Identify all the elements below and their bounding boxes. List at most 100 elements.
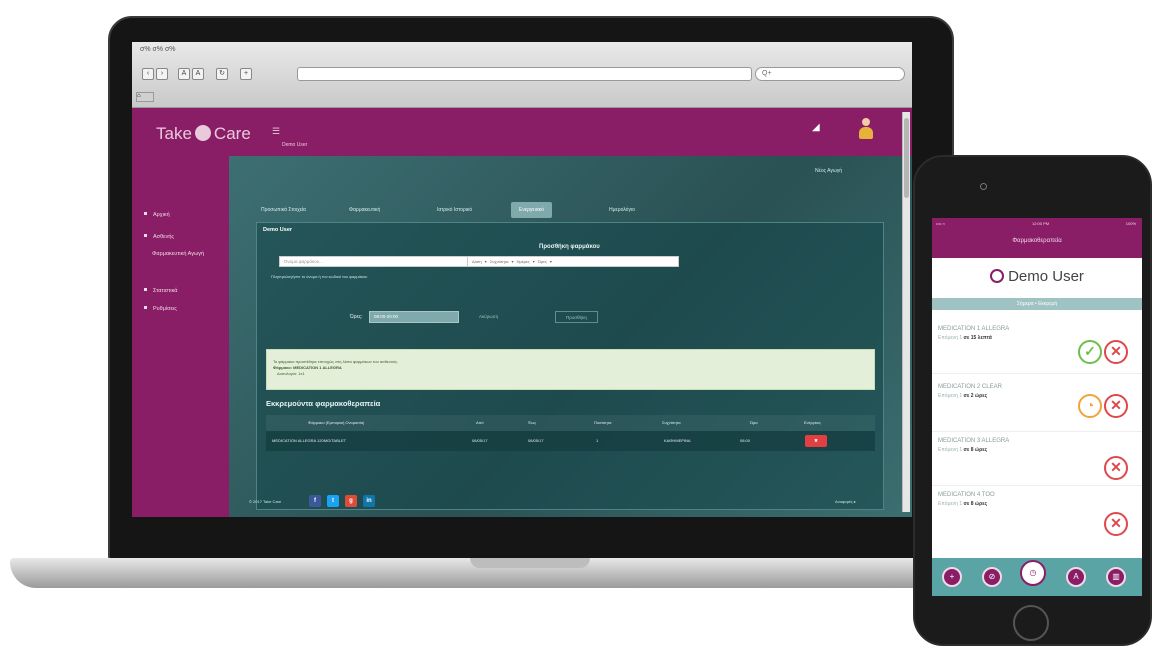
bullet-icon — [144, 234, 147, 237]
status-bar: •••• ≈ 12:00 PM 100% — [936, 221, 1138, 226]
cancel-icon[interactable]: ✕ — [1104, 394, 1128, 418]
pill-icon[interactable]: ⊘ — [982, 567, 1002, 587]
search-input[interactable]: Q+ — [755, 67, 905, 81]
bullet-icon — [144, 212, 147, 215]
medication-name: MEDICATION 4 TOO — [938, 492, 995, 498]
status-time: 12:00 PM — [1032, 221, 1050, 226]
hours-field[interactable]: 08:00-20:00 — [369, 311, 459, 323]
app-logo[interactable]: Take Care — [156, 124, 251, 144]
next-time: σε 8 ώρες — [963, 447, 988, 453]
font-larger-button[interactable]: A — [192, 68, 204, 80]
top-links[interactable]: Νέος Αγωγή — [815, 168, 842, 174]
tab-medication[interactable]: Φαρμακευτική — [341, 202, 388, 218]
list-item: MEDICATION 3 ALLEGRA Επόμενη 1 σε 8 ώρες… — [932, 430, 1142, 486]
footer-copyright: © 2017 Take Care — [249, 499, 282, 504]
table-header: Έως — [528, 420, 537, 425]
table-header: Ώρα — [750, 420, 758, 425]
avatar-icon[interactable] — [857, 118, 875, 140]
footer-link[interactable]: Αναφορές ▸ — [835, 499, 856, 504]
clock-icon[interactable]: ◷ — [1020, 560, 1046, 586]
next-label: Επόμενη 1 — [938, 447, 963, 453]
cancel-button[interactable]: Ακύρωση — [469, 311, 508, 323]
table-header: Ποσότητα — [594, 420, 612, 425]
reload-icon[interactable]: ↻ — [216, 68, 228, 80]
footer: © 2017 Take Care f t g in Αναφορές ▸ — [229, 489, 912, 517]
list-item: MEDICATION 2 CLEAR Επόμενη 1 σε 2 ώρες ◔… — [932, 376, 1142, 432]
cancel-icon[interactable]: ✕ — [1104, 456, 1128, 480]
cancel-icon[interactable]: ✕ — [1104, 512, 1128, 536]
sidebar-item-label: Στατιστικά — [153, 288, 178, 294]
tab-button[interactable]: ⌂ — [136, 92, 154, 102]
logo-text-right: Care — [213, 124, 251, 143]
sidebar-item-patient[interactable]: Ασθενής — [144, 234, 174, 240]
linkedin-icon[interactable]: in — [363, 495, 375, 507]
phone-screen: •••• ≈ 12:00 PM 100% Φαρμακοθεραπεία Dem… — [932, 218, 1142, 596]
font-smaller-button[interactable]: A — [178, 68, 190, 80]
snooze-icon[interactable]: ◔ — [1078, 394, 1102, 418]
table-cell: MEDICATION ALLEGRA 120MG/TABLET — [272, 438, 347, 443]
sidebar-subitem-medication[interactable]: Φαρμακευτική Αγωγή — [152, 250, 212, 258]
table-header: Ενέργειες — [804, 420, 822, 425]
list-item: MEDICATION 4 TOO Επόμενη 1 σε 8 ώρες ✕ — [932, 484, 1142, 544]
taken-icon[interactable]: ✓ — [1078, 340, 1102, 364]
table-row: MEDICATION ALLEGRA 120MG/TABLET 06/05/17… — [266, 431, 875, 451]
bullet-icon — [144, 306, 147, 309]
chart-icon[interactable]: ▥ — [1106, 567, 1126, 587]
add-bookmark-button[interactable]: + — [240, 68, 252, 80]
add-button[interactable]: Προσθήκη — [555, 311, 598, 323]
header-subtitle: Demo User — [282, 142, 308, 148]
success-alert: Το φάρμακο προστέθηκε επιτυχώς στη λίστα… — [266, 349, 875, 390]
medication-next: Επόμενη 1 σε 2 ώρες — [938, 393, 987, 399]
facebook-icon[interactable]: f — [309, 495, 321, 507]
table-header: Συχνότητα — [662, 420, 681, 425]
laptop-screen: σ% σ% σ% ‹ › A A ↻ + Q+ ⌂ Take Care ☰ Dem… — [132, 42, 912, 517]
list-item: MEDICATION 1 ALLEGRA Επόμενη 1 σε 15 λεπ… — [932, 318, 1142, 374]
google-icon[interactable]: g — [345, 495, 357, 507]
medication-table: Φάρμακο (Εμπορική Ονομασία) Από Έως Ποσό… — [266, 415, 875, 451]
scrollbar[interactable] — [902, 112, 910, 512]
sidebar-item-settings[interactable]: Ρυθμίσεις — [144, 306, 177, 312]
hours-label: Ώρες: — [350, 314, 363, 320]
delete-button[interactable]: ✖ — [805, 435, 827, 447]
medication-next: Επόμενη 1 σε 15 λεπτά — [938, 335, 992, 341]
table-cell: 08:00 — [740, 438, 751, 443]
next-time: σε 2 ώρες — [963, 393, 988, 399]
table-cell: 1 — [596, 438, 599, 443]
medication-search-input[interactable]: Όνομα φαρμάκου... — [279, 256, 473, 267]
address-bar[interactable] — [297, 67, 752, 81]
medication-next: Επόμενη 1 σε 8 ώρες — [938, 501, 987, 507]
forward-button[interactable]: › — [156, 68, 168, 80]
next-time: σε 15 λεπτά — [963, 335, 992, 341]
table-cell: ΚΑΘΗΜΕΡΙΝΑ — [664, 438, 691, 443]
table-header: Από — [476, 420, 484, 425]
tab-active[interactable]: Ενεργειακό — [511, 202, 552, 218]
back-button[interactable]: ‹ — [142, 68, 154, 80]
table-header-row: Φάρμακο (Εμπορική Ονομασία) Από Έως Ποσό… — [266, 415, 875, 431]
sidebar: Αρχική Ασθενής Φαρμακευτική Αγωγή Στατισ… — [132, 156, 229, 517]
scroll-thumb[interactable] — [904, 118, 909, 198]
medication-name: MEDICATION 3 ALLEGRA — [938, 438, 1010, 444]
cancel-icon[interactable]: ✕ — [1104, 340, 1128, 364]
tab-personal[interactable]: Προσωπικά Στοιχεία — [253, 202, 314, 218]
home-button[interactable] — [1013, 605, 1049, 641]
section-banner: Σήμερα • Εκκρεμή — [932, 298, 1142, 310]
user-icon[interactable]: A — [1066, 567, 1086, 587]
signal-indicator: •••• ≈ — [936, 221, 945, 226]
sidebar-item-stats[interactable]: Στατιστικά — [144, 288, 177, 294]
main-content: Νέος Αγωγή Προσωπικά Στοιχεία Φαρμακευτι… — [229, 156, 912, 517]
tab-history[interactable]: Ιατρικό Ιστορικό — [429, 202, 480, 218]
twitter-icon[interactable]: t — [327, 495, 339, 507]
menu-icon[interactable]: ☰ — [272, 126, 280, 137]
alert-message: Το φάρμακο προστέθηκε επιτυχώς στη λίστα… — [273, 359, 399, 364]
plus-icon[interactable]: + — [942, 567, 962, 587]
camera-icon — [980, 183, 987, 190]
chart-icon[interactable]: ◢ — [812, 122, 820, 133]
sidebar-item-home[interactable]: Αρχική — [144, 212, 170, 218]
tab-calendar[interactable]: Ημερολόγιο — [601, 202, 643, 218]
bottom-tab-bar: + ⊘ ◷ A ▥ — [932, 558, 1142, 596]
phone-header: •••• ≈ 12:00 PM 100% Φαρμακοθεραπεία — [932, 218, 1142, 258]
laptop-notch — [470, 558, 590, 568]
filter-selects[interactable]: Δόση ▾ Συχνότητα ▾ Ημέρες ▾ Ώρες ▾ — [467, 256, 679, 267]
table-cell: 06/05/17 — [528, 438, 544, 443]
next-label: Επόμενη 1 — [938, 501, 963, 507]
